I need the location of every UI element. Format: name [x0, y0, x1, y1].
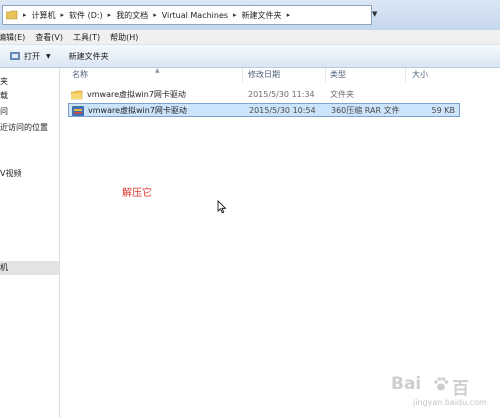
nav-item-videos[interactable]: V视频 [0, 168, 21, 179]
nav-item[interactable]: 载 [0, 90, 8, 101]
breadcrumb-documents[interactable]: 我的文档 [116, 10, 148, 21]
address-history-dropdown-icon[interactable]: ▼ [372, 10, 377, 18]
paw-icon [434, 377, 449, 391]
open-button-label: 打开 [24, 51, 40, 61]
chevron-right-icon[interactable]: ▸ [233, 11, 237, 19]
rar-archive-icon [72, 106, 84, 116]
menu-bar: 编辑(E) 查看(V) 工具(T) 帮助(H) [0, 30, 500, 45]
column-header-size[interactable]: 大小 [412, 68, 428, 82]
nav-item-computer-selected[interactable] [0, 261, 59, 275]
menu-edit[interactable]: 编辑(E) [0, 32, 25, 43]
mouse-cursor-icon [217, 200, 227, 214]
breadcrumb-virtual-machines[interactable]: Virtual Machines [162, 11, 228, 20]
file-row-selected[interactable]: vmware虚拟win7网卡驱动 2015/5/30 10:54 360压缩 R… [68, 103, 460, 117]
chevron-right-icon[interactable]: ▸ [108, 11, 112, 19]
open-button[interactable]: 打开 ▼ [10, 51, 51, 62]
column-header-modified[interactable]: 修改日期 [248, 68, 280, 82]
menu-tools[interactable]: 工具(T) [73, 32, 100, 43]
file-row[interactable]: vmware虚拟win7网卡驱动 2015/5/30 11:34 文件夹 [68, 88, 460, 102]
menu-view[interactable]: 查看(V) [35, 32, 63, 43]
address-bar-area: ▸ 计算机 ▸ 软件 (D:) ▸ 我的文档 ▸ Virtual Machine… [0, 0, 500, 31]
folder-icon [6, 10, 18, 20]
menu-help[interactable]: 帮助(H) [110, 32, 138, 43]
watermark-text-2: 百 [452, 379, 469, 399]
address-bar[interactable]: ▸ 计算机 ▸ 软件 (D:) ▸ 我的文档 ▸ Virtual Machine… [2, 5, 372, 25]
column-header-type[interactable]: 类型 [330, 68, 346, 82]
chevron-right-icon[interactable]: ▸ [153, 11, 157, 19]
chevron-down-icon: ▼ [46, 52, 51, 60]
nav-item-computer[interactable]: 机 [0, 262, 8, 273]
breadcrumb: ▸ 计算机 ▸ 软件 (D:) ▸ 我的文档 ▸ Virtual Machine… [18, 10, 295, 21]
new-folder-button[interactable]: 新建文件夹 [69, 51, 109, 62]
file-modified: 2015/5/30 10:54 [249, 106, 316, 115]
nav-item-recent-places[interactable]: 近访问的位置 [0, 122, 48, 133]
chevron-right-icon[interactable]: ▸ [23, 11, 27, 19]
file-type: 文件夹 [330, 90, 354, 99]
file-name: vmware虚拟win7网卡驱动 [87, 90, 186, 99]
navigation-pane: 夹 载 问 近访问的位置 V视频 机 [0, 68, 60, 418]
breadcrumb-computer[interactable]: 计算机 [32, 10, 56, 21]
file-name: vmware虚拟win7网卡驱动 [88, 106, 187, 115]
breadcrumb-new-folder[interactable]: 新建文件夹 [242, 10, 282, 21]
column-divider[interactable] [405, 68, 406, 82]
open-icon [10, 52, 20, 60]
nav-item[interactable]: 问 [0, 106, 8, 117]
sort-ascending-icon: ▲ [155, 67, 160, 74]
nav-item[interactable]: 夹 [0, 76, 8, 87]
file-size: 59 KB [431, 106, 455, 115]
chevron-right-icon[interactable]: ▸ [61, 11, 65, 19]
watermark-subtext: jingyan.baidu.com [413, 398, 487, 407]
watermark-text: Bai [391, 374, 422, 394]
file-modified: 2015/5/30 11:34 [248, 90, 315, 99]
column-divider[interactable] [325, 68, 326, 82]
column-header-name[interactable]: 名称 [72, 68, 88, 82]
breadcrumb-drive[interactable]: 软件 (D:) [69, 10, 103, 21]
file-list-pane: ▲ 名称 修改日期 类型 大小 vmware虚拟win7网卡驱动 2015/5/… [60, 67, 500, 418]
column-divider[interactable] [242, 68, 243, 82]
folder-icon [71, 90, 83, 100]
command-bar: 打开 ▼ 新建文件夹 [0, 45, 500, 68]
annotation-text: 解压它 [122, 188, 152, 199]
chevron-right-icon[interactable]: ▸ [287, 11, 291, 19]
file-type: 360压缩 RAR 文件 [331, 106, 400, 115]
new-folder-button-label: 新建文件夹 [68, 51, 109, 61]
baidu-watermark: Bai 百 jingyan.baidu.com [383, 370, 500, 418]
